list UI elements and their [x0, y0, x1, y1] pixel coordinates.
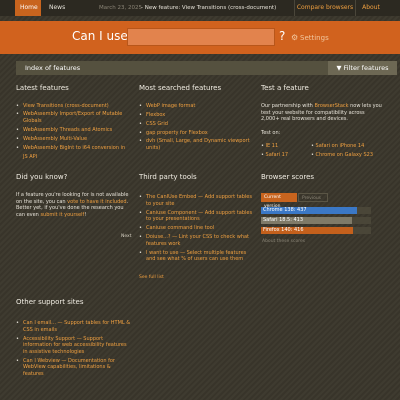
news-date: March 23, 2025	[99, 5, 143, 11]
most-searched-heading: Most searched features	[139, 84, 222, 92]
list-item[interactable]: CSS Grid	[139, 120, 254, 129]
about-scores-link[interactable]: About these scores	[262, 239, 305, 244]
third-party-list: The CanIUse Embed — Add support tables t…	[139, 194, 254, 265]
list-item[interactable]: WebAssembly Multi-Value	[16, 135, 131, 144]
most-searched-link[interactable]: dvh (Small, Large, and Dynamic viewport …	[146, 138, 250, 151]
tab-previous-version[interactable]: Previous	[298, 193, 328, 202]
safari-score-bar: Safari 18.5: 413	[261, 217, 352, 224]
list-item[interactable]: Accessibility Support — Support informat…	[16, 336, 131, 356]
list-item[interactable]: Can I Webview — Documentation for WebVie…	[16, 358, 131, 378]
next-tip-button[interactable]: Next	[121, 234, 131, 239]
dyk-text-3: !	[84, 211, 87, 218]
most-searched-link[interactable]: WebP image format	[146, 103, 195, 109]
latest-feature-link[interactable]: WebAssembly Multi-Value	[23, 136, 87, 142]
see-full-list-link[interactable]: See full list	[139, 275, 164, 280]
firefox-score-bar: Firefox 140: 416	[261, 227, 353, 234]
list-item[interactable]: Doiuse...? — Lint your CSS to check what…	[139, 234, 254, 247]
most-searched-link[interactable]: CSS Grid	[146, 121, 168, 127]
submit-link[interactable]: submit it yourself	[40, 212, 84, 218]
test-device-link[interactable]: Safari 17	[261, 152, 288, 158]
list-item[interactable]: View Transitions (cross-document)	[16, 102, 131, 111]
list-item[interactable]: WebP image format	[139, 102, 254, 111]
search-label: Can I use	[72, 29, 128, 43]
compare-browsers-link[interactable]: Compare browsers	[294, 0, 356, 16]
other-site-link[interactable]: Can I Webview — Documentation for WebVie…	[23, 358, 115, 377]
did-you-know-text: If a feature you're looking for is not a…	[16, 192, 131, 218]
list-item[interactable]: Can I email... — Support tables for HTML…	[16, 320, 131, 333]
top-navigation: Home News March 23, 2025 - New feature: …	[0, 0, 400, 16]
list-item[interactable]: I want to use — Select multiple features…	[139, 250, 254, 263]
most-searched-list: WebP image format Flexbox CSS Grid gap p…	[139, 102, 254, 151]
search-help-mark[interactable]: ?	[279, 29, 285, 43]
third-party-link[interactable]: I want to use — Select multiple features…	[146, 250, 246, 263]
index-bar: Index of features ▼ Filter features	[16, 61, 397, 75]
list-item[interactable]: Flexbox	[139, 111, 254, 120]
test-text-before: Our partnership with	[261, 103, 315, 109]
most-searched-link[interactable]: gap property for Flexbox	[146, 130, 208, 136]
other-sites-heading: Other support sites	[16, 298, 84, 306]
test-feature-heading: Test a feature	[261, 84, 309, 92]
browserstack-link[interactable]: BrowserStack	[314, 103, 348, 109]
other-site-link[interactable]: Can I email... — Support tables for HTML…	[23, 320, 130, 333]
test-device-link[interactable]: IE 11	[261, 143, 279, 149]
list-item[interactable]: Caniuse command line tool	[139, 225, 254, 232]
third-party-link[interactable]: The CanIUse Embed — Add support tables t…	[146, 194, 252, 207]
latest-features-heading: Latest features	[16, 84, 69, 92]
about-link[interactable]: About	[358, 0, 384, 16]
did-you-know-heading: Did you know?	[16, 173, 68, 181]
third-party-link[interactable]: Caniuse Component — Add support tables t…	[146, 210, 252, 223]
latest-feature-link[interactable]: WebAssembly Import/Export of Mutable Glo…	[23, 111, 122, 124]
list-item[interactable]: WebAssembly Threads and Atomics	[16, 126, 131, 135]
news-headline-link[interactable]: - New feature: View Transitions (cross-d…	[141, 0, 276, 16]
other-sites-list: Can I email... — Support tables for HTML…	[16, 320, 131, 380]
funnel-icon: ▼	[336, 64, 342, 72]
list-item[interactable]: The CanIUse Embed — Add support tables t…	[139, 194, 254, 207]
search-band: Can I use ? ⚙ Settings	[0, 21, 400, 54]
vote-link[interactable]: vote to have it included	[67, 199, 126, 205]
search-input[interactable]	[127, 28, 275, 46]
list-item[interactable]: dvh (Small, Large, and Dynamic viewport …	[139, 138, 254, 151]
list-item[interactable]: WebAssembly Import/Export of Mutable Glo…	[16, 111, 131, 124]
list-item[interactable]: Caniuse Component — Add support tables t…	[139, 210, 254, 223]
test-feature-text: Our partnership with BrowserStack now le…	[261, 103, 383, 123]
test-on-label: Test on:	[261, 130, 281, 136]
chrome-score-bar: Chrome 138: 437	[261, 207, 357, 214]
latest-feature-link[interactable]: WebAssembly Threads and Atomics	[23, 127, 112, 133]
third-party-link[interactable]: Caniuse command line tool	[146, 225, 214, 231]
most-searched-link[interactable]: Flexbox	[146, 112, 165, 118]
test-device-link[interactable]: Chrome on Galaxy S23	[311, 152, 373, 158]
third-party-link[interactable]: Doiuse...? — Lint your CSS to check what…	[146, 234, 249, 247]
list-item[interactable]: WebAssembly BigInt to i64 conversion in …	[16, 144, 131, 162]
tab-current-version[interactable]: Current version	[261, 193, 297, 209]
filter-features-button[interactable]: ▼ Filter features	[328, 61, 397, 75]
nav-home-link[interactable]: Home	[15, 0, 41, 16]
other-site-link[interactable]: Accessibility Support — Support informat…	[23, 336, 127, 355]
index-of-features-button[interactable]: Index of features	[25, 64, 80, 72]
latest-feature-link[interactable]: View Transitions (cross-document)	[23, 103, 109, 109]
latest-feature-link[interactable]: WebAssembly BigInt to i64 conversion in …	[23, 145, 125, 160]
gear-icon[interactable]: ⚙	[291, 33, 298, 42]
list-item[interactable]: gap property for Flexbox	[139, 129, 254, 138]
filter-features-label: Filter features	[343, 64, 389, 72]
test-device-link[interactable]: Safari on iPhone 14	[311, 143, 365, 149]
browser-scores-heading: Browser scores	[261, 173, 315, 181]
latest-features-list: View Transitions (cross-document) WebAss…	[16, 102, 131, 162]
third-party-heading: Third party tools	[139, 173, 197, 181]
nav-news-link[interactable]: News	[44, 0, 68, 16]
settings-link[interactable]: Settings	[300, 34, 329, 42]
